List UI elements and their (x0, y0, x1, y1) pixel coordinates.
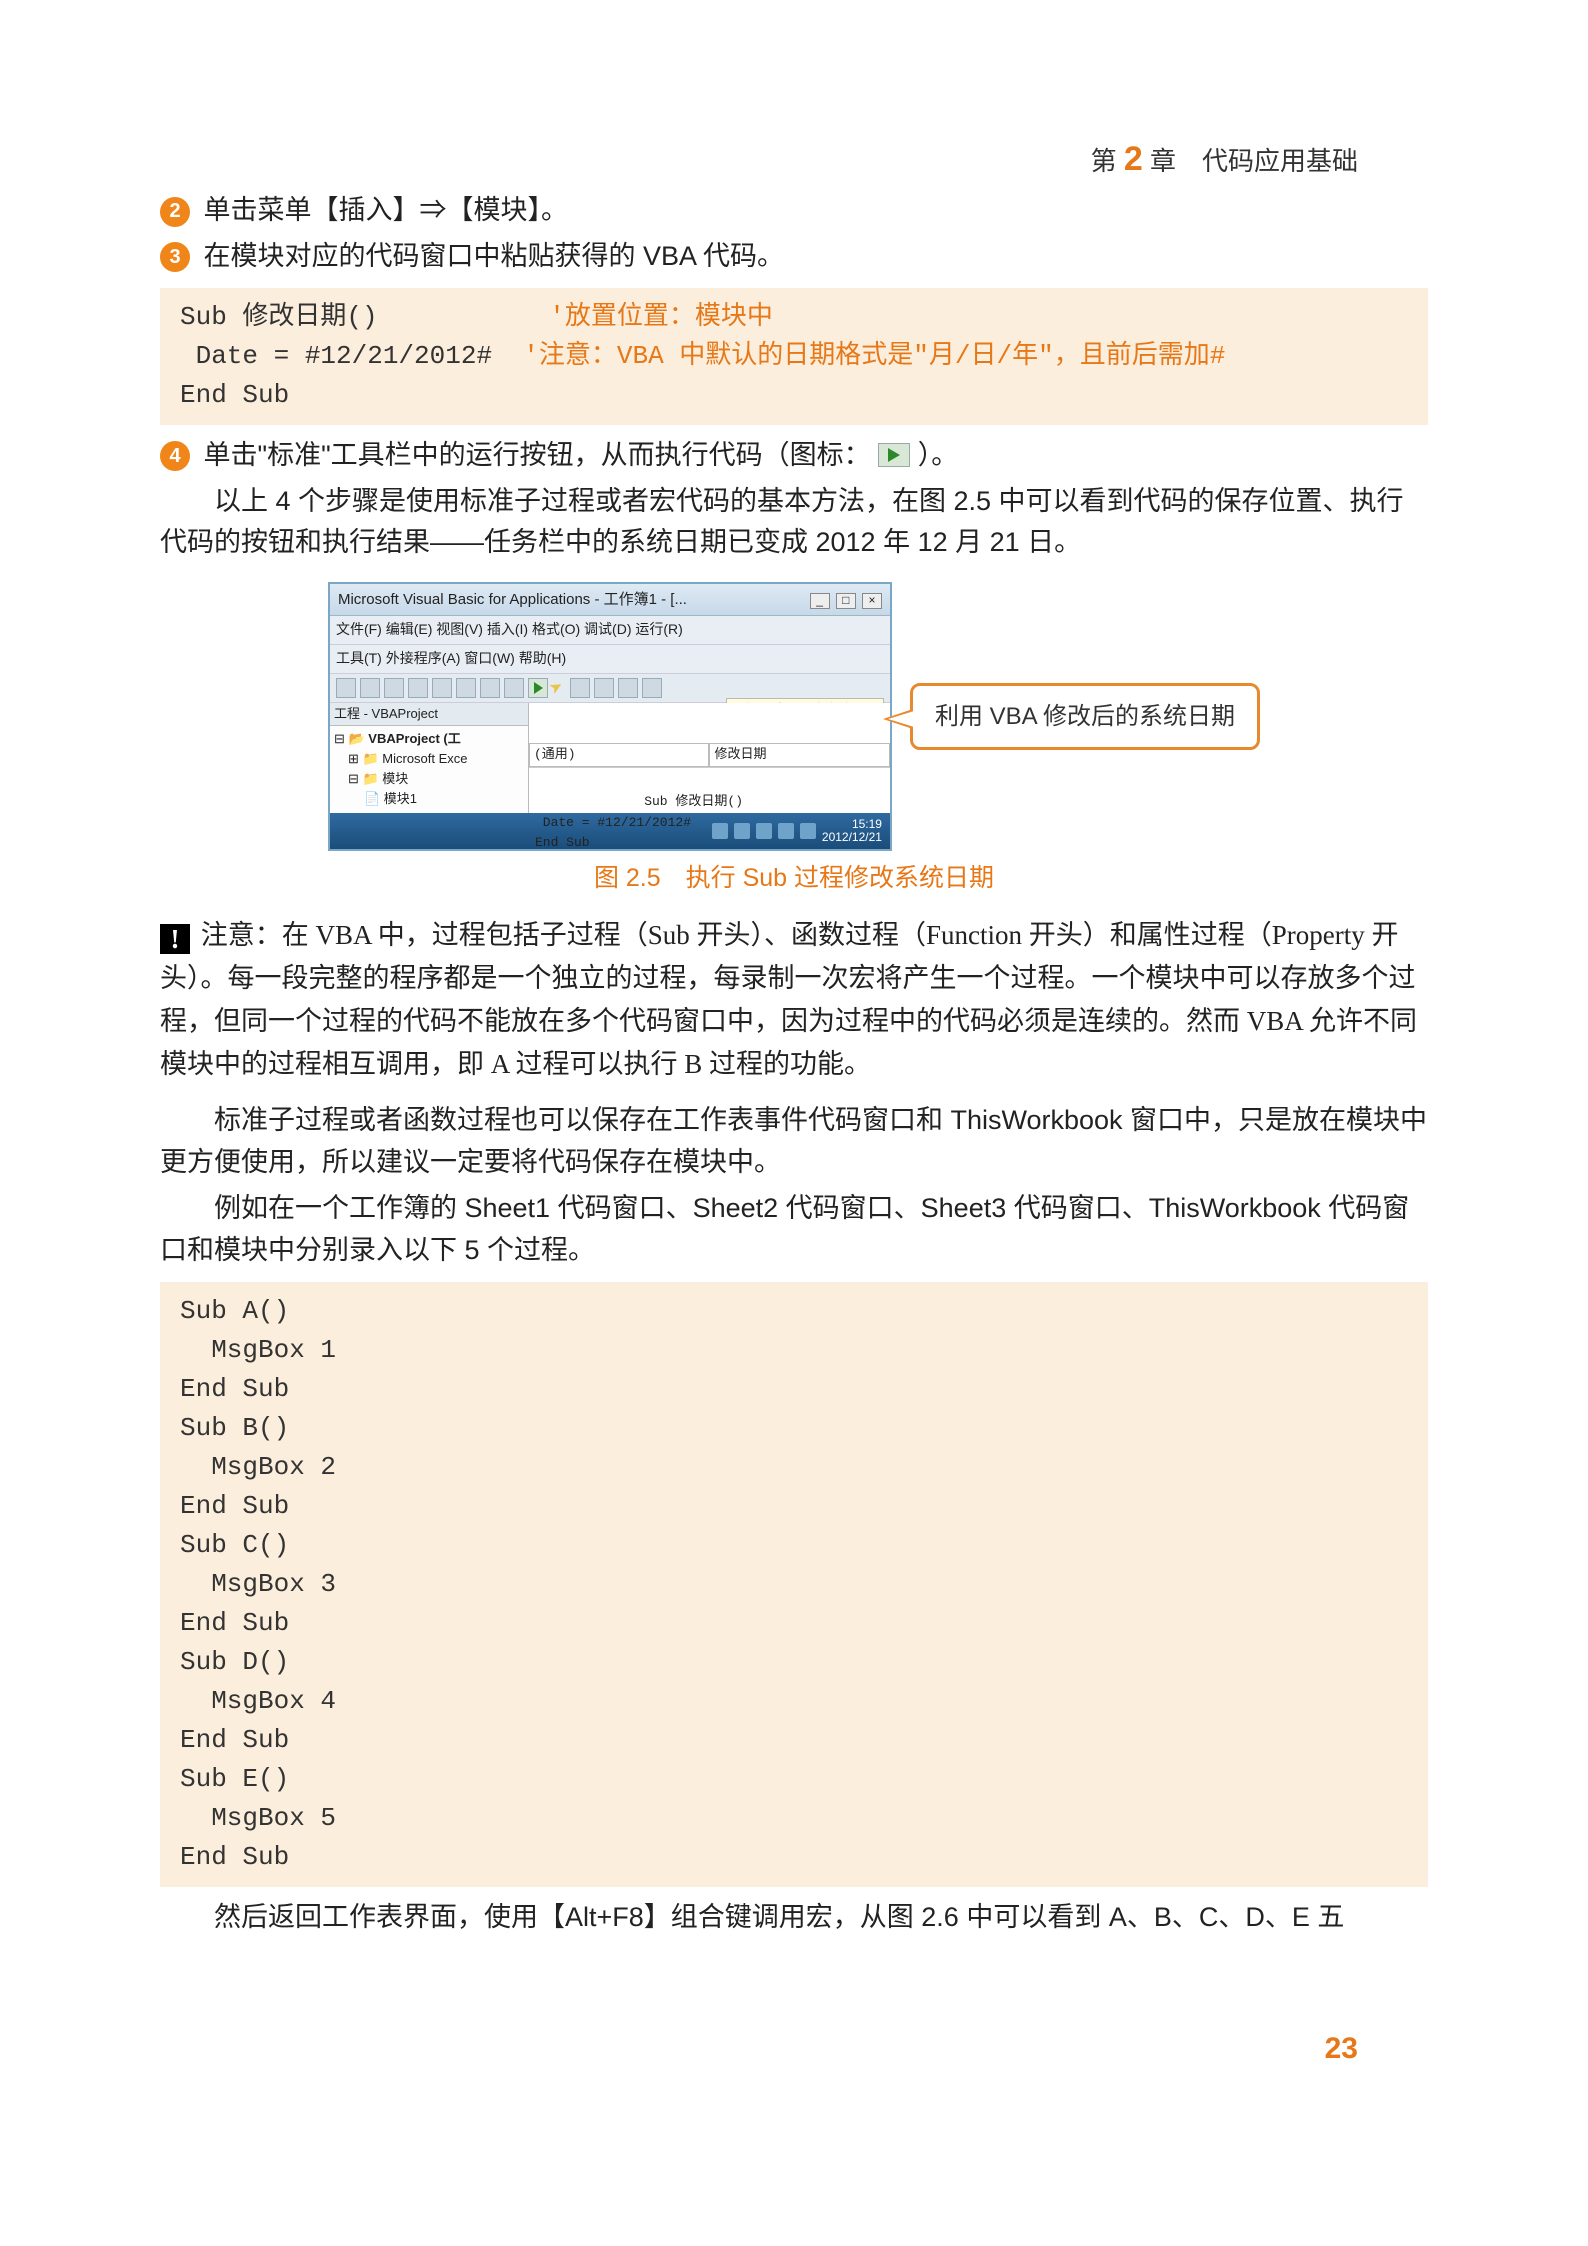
close-icon[interactable]: × (862, 593, 882, 609)
code-combos: (通用) 修改日期 (529, 743, 890, 768)
combo-general[interactable]: (通用) (529, 743, 710, 767)
vbe-menu-row2[interactable]: 工具(T) 外接程序(A) 窗口(W) 帮助(H) (330, 645, 890, 674)
vbe-titlebar: Microsoft Visual Basic for Applications … (330, 584, 890, 616)
code-text: Sub 修改日期() Date = #12/21/2012# End Sub (535, 794, 743, 849)
code-block-2: Sub A() MsgBox 1 End Sub Sub B() MsgBox … (160, 1282, 1428, 1887)
cursor-icon (552, 678, 566, 698)
vbe-menu-row1[interactable]: 文件(F) 编辑(E) 视图(V) 插入(I) 格式(O) 调试(D) 运行(R… (330, 616, 890, 645)
tree-leaf-module1[interactable]: 📄 模块1 (334, 789, 524, 809)
tree-root[interactable]: ⊟ 📂 VBAProject (工 (334, 729, 524, 749)
project-explorer[interactable]: 工程 - VBAProject ⊟ 📂 VBAProject (工 ⊞ 📁 Mi… (330, 703, 529, 813)
chapter-header: 第 2 章 代码应用基础 (1091, 140, 1358, 179)
vbe-title-text: Microsoft Visual Basic for Applications … (338, 588, 687, 611)
run-icon (878, 443, 910, 467)
vbe-screenshot: Microsoft Visual Basic for Applications … (328, 582, 892, 851)
tree-node[interactable]: ⊞ 📁 Microsoft Exce (334, 749, 524, 769)
code1-l1b: '放置位置：模块中 (549, 302, 773, 332)
window-buttons: _ □ × (808, 588, 882, 611)
callout-bubble: 利用 VBA 修改后的系统日期 (910, 683, 1260, 750)
step-4a-text: 单击"标准"工具栏中的运行按钮，从而执行代码（图标： (204, 440, 871, 470)
paragraph-2: 标准子过程或者函数过程也可以保存在工作表事件代码窗口和 ThisWorkbook… (160, 1100, 1428, 1184)
step-3: 3 在模块对应的代码窗口中粘贴获得的 VBA 代码。 (160, 236, 1428, 278)
toolbar-btn[interactable] (336, 678, 356, 698)
step-4b-text: ）。 (918, 440, 959, 470)
code-pane[interactable]: (通用) 修改日期 Sub 修改日期() Date = #12/21/2012#… (529, 703, 890, 813)
paragraph-1: 以上 4 个步骤是使用标准子过程或者宏代码的基本方法，在图 2.5 中可以看到代… (160, 481, 1428, 565)
combo-proc[interactable]: 修改日期 (709, 743, 890, 767)
paragraph-4: 然后返回工作表界面，使用【Alt+F8】组合键调用宏，从图 2.6 中可以看到 … (160, 1897, 1428, 1939)
step-4: 4 单击"标准"工具栏中的运行按钮，从而执行代码（图标： ）。 (160, 435, 1428, 477)
header-prefix: 第 (1091, 146, 1117, 176)
step-2: 2 单击菜单【插入】⇒【模块】。 (160, 190, 1428, 232)
toolbar-btn[interactable] (408, 678, 428, 698)
page-number: 23 (1325, 2032, 1358, 2066)
step-badge-4: 4 (160, 441, 190, 471)
step-2-text: 单击菜单【插入】⇒【模块】。 (204, 195, 569, 225)
note-label: 注意： (201, 920, 282, 950)
vbe-toolbar: 运行子过程/用户窗体 (F5) (330, 674, 890, 703)
code1-l3: End Sub (180, 380, 289, 410)
step-3-text: 在模块对应的代码窗口中粘贴获得的 VBA 代码。 (204, 241, 785, 271)
maximize-icon[interactable]: □ (836, 593, 856, 609)
vbe-body: 工程 - VBAProject ⊟ 📂 VBAProject (工 ⊞ 📁 Mi… (330, 703, 890, 813)
figure-2-5: Microsoft Visual Basic for Applications … (160, 582, 1428, 851)
toolbar-btn[interactable] (642, 678, 662, 698)
note-icon: ! (160, 924, 190, 954)
toolbar-btn[interactable] (360, 678, 380, 698)
toolbar-btn[interactable] (504, 678, 524, 698)
toolbar-btn[interactable] (384, 678, 404, 698)
project-title: 工程 - VBAProject (330, 703, 528, 726)
toolbar-btn[interactable] (480, 678, 500, 698)
toolbar-btn[interactable] (594, 678, 614, 698)
note-text: 在 VBA 中，过程包括子过程（Sub 开头）、函数过程（Function 开头… (160, 920, 1417, 1080)
content: 2 单击菜单【插入】⇒【模块】。 3 在模块对应的代码窗口中粘贴获得的 VBA … (160, 190, 1428, 1939)
code1-l2b: '注意：VBA 中默认的日期格式是"月/日/年"，且前后需加# (523, 341, 1225, 371)
toolbar-btn[interactable] (570, 678, 590, 698)
chapter-number: 2 (1124, 140, 1143, 178)
code1-l1a: Sub 修改日期() (180, 302, 378, 332)
paragraph-3: 例如在一个工作簿的 Sheet1 代码窗口、Sheet2 代码窗口、Sheet3… (160, 1188, 1428, 1272)
toolbar-btn[interactable] (432, 678, 452, 698)
code1-l2a: Date = #12/21/2012# (180, 341, 492, 371)
tree-node[interactable]: ⊟ 📁 模块 (334, 769, 524, 789)
step-badge-2: 2 (160, 197, 190, 227)
toolbar-btn[interactable] (618, 678, 638, 698)
code-block-1: Sub 修改日期() '放置位置：模块中 Date = #12/21/2012#… (160, 288, 1428, 425)
toolbar-btn[interactable] (456, 678, 476, 698)
page: 第 2 章 代码应用基础 2 单击菜单【插入】⇒【模块】。 3 在模块对应的代码… (0, 0, 1588, 2246)
note-paragraph: ! 注意：在 VBA 中，过程包括子过程（Sub 开头）、函数过程（Functi… (160, 914, 1428, 1087)
minimize-icon[interactable]: _ (810, 593, 830, 609)
step-badge-3: 3 (160, 242, 190, 272)
header-suffix: 章 代码应用基础 (1150, 146, 1358, 176)
vbe-window: Microsoft Visual Basic for Applications … (328, 582, 892, 851)
